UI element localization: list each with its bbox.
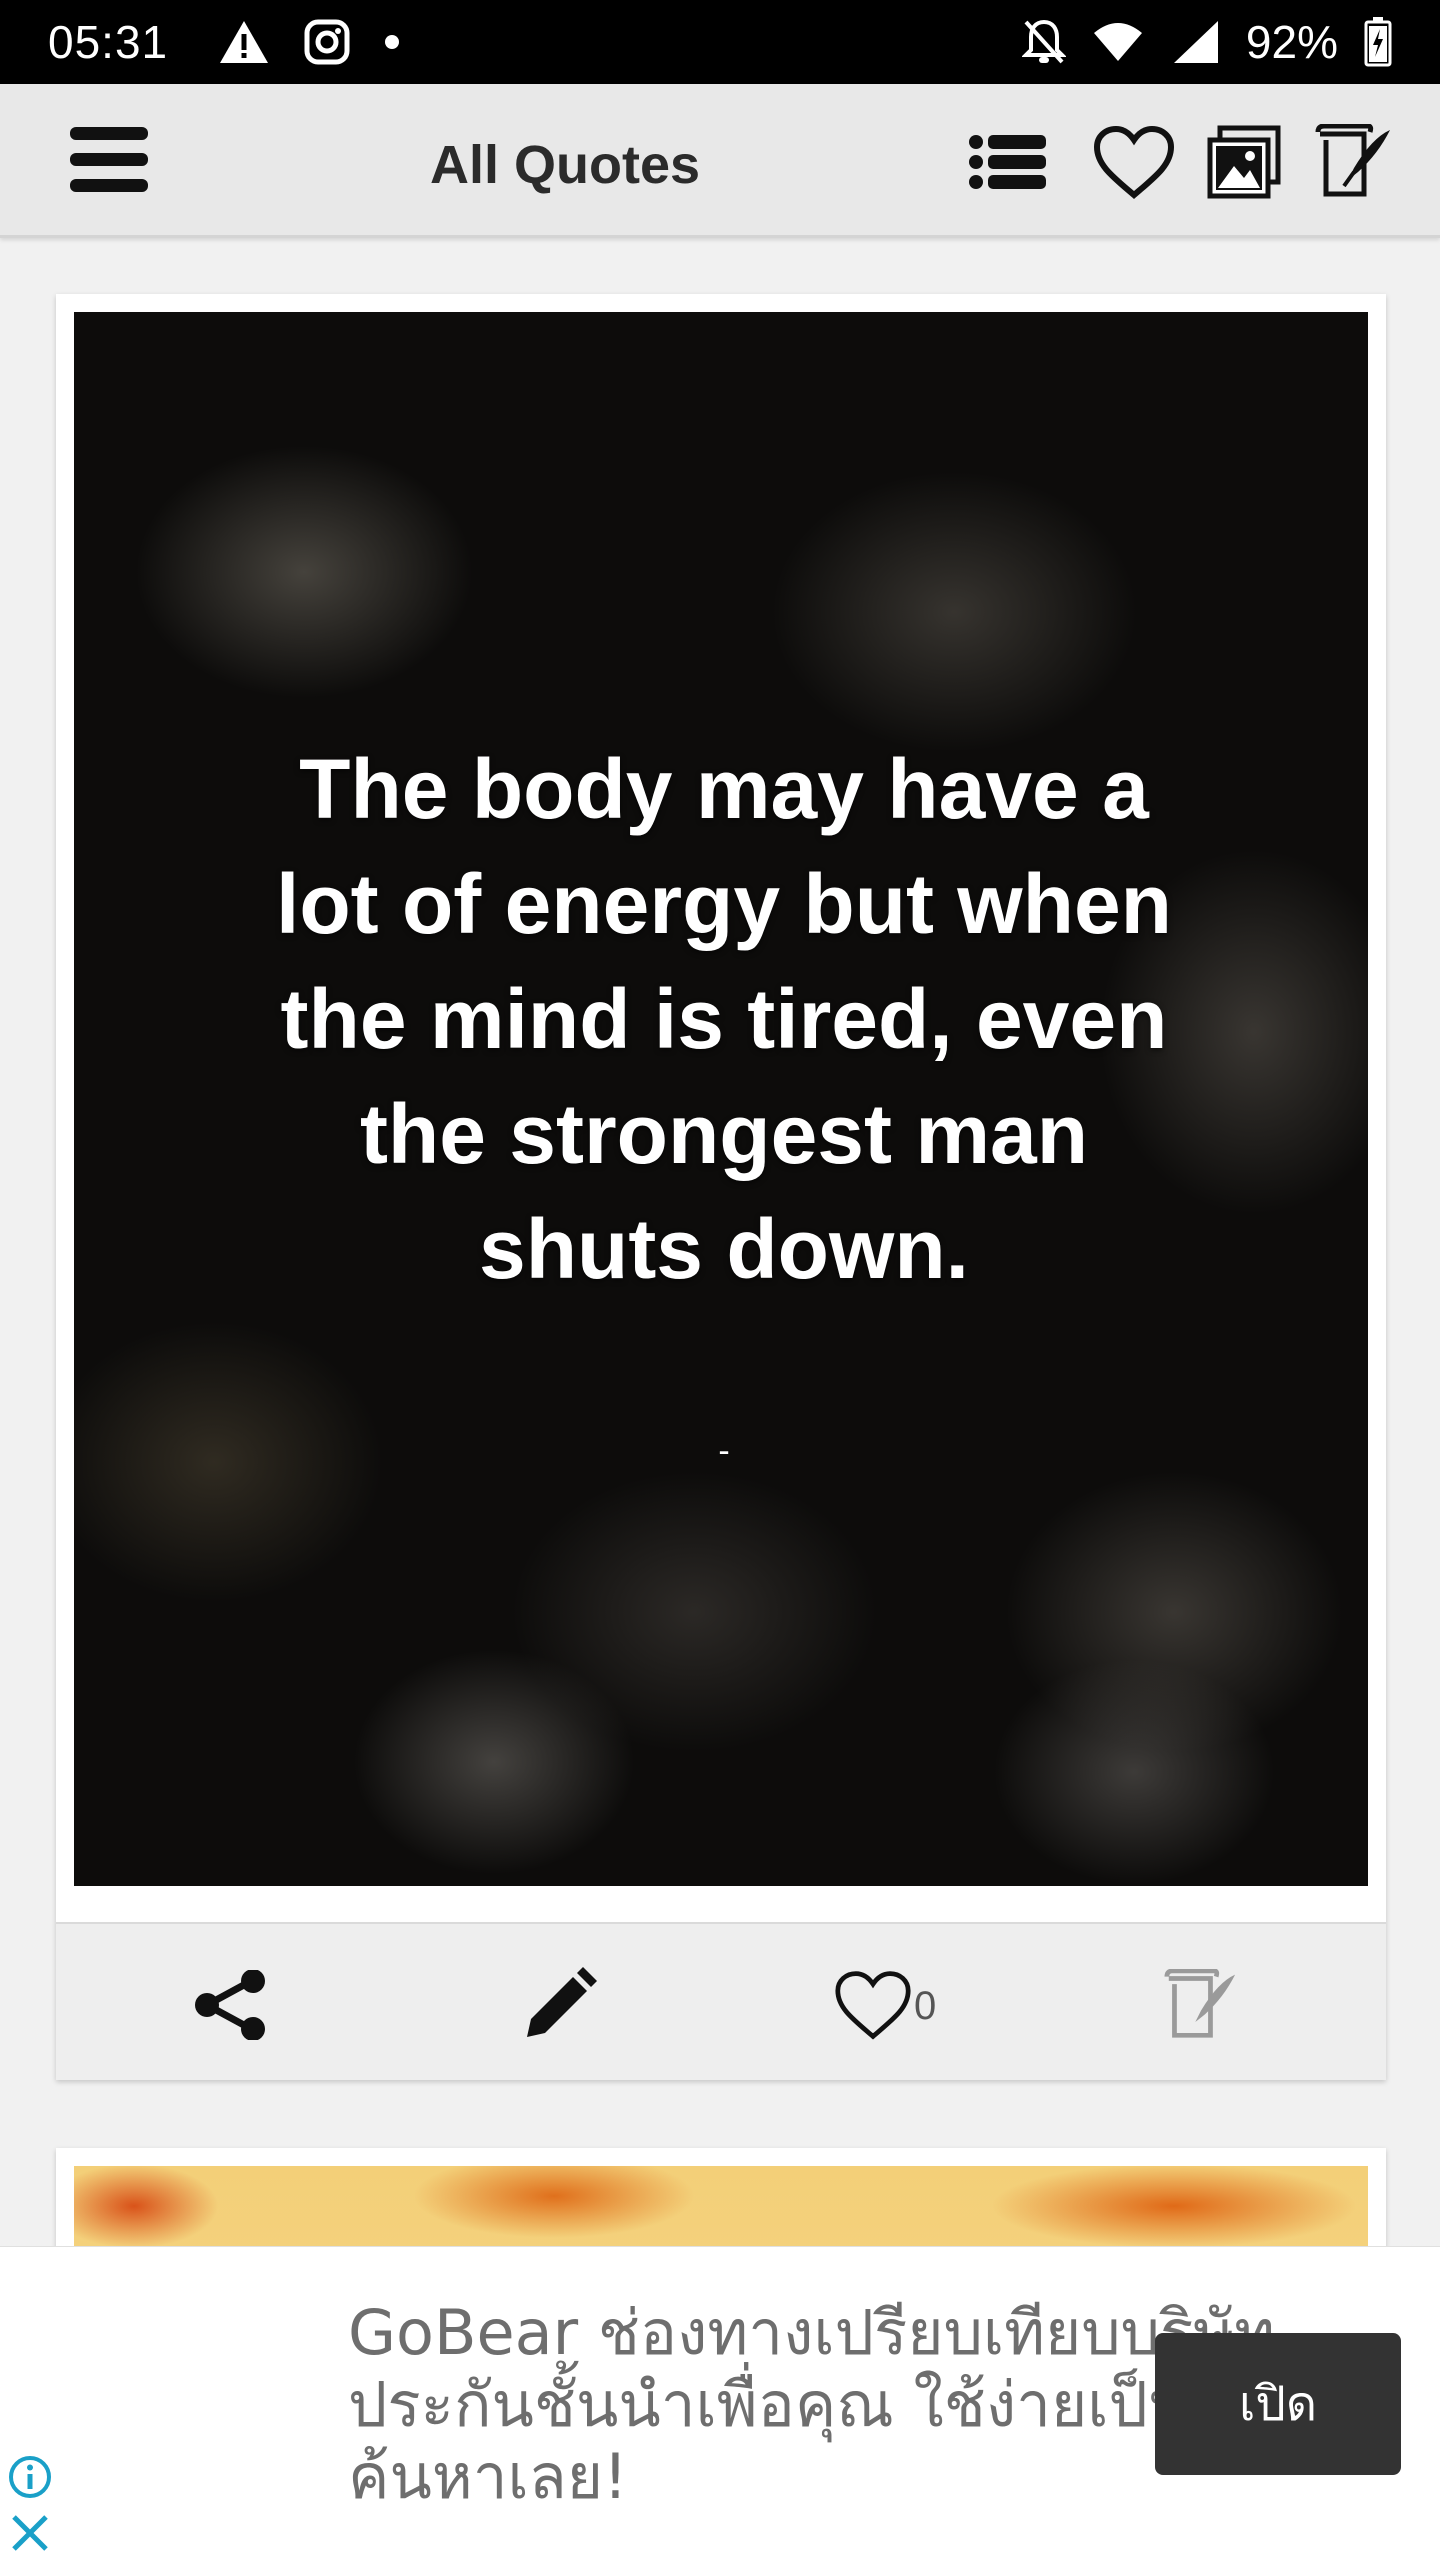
favorites-heart-icon[interactable] [1086,114,1182,210]
battery-percent: 92% [1245,16,1338,68]
signal-icon [1170,19,1220,65]
app-bar: All Quotes [0,84,1440,238]
like-count: 0 [914,1984,937,2028]
instagram-icon [304,19,350,65]
status-notification-icons [218,19,400,65]
status-system-icons: 92% [1021,15,1392,69]
menu-icon[interactable] [70,117,154,201]
battery-icon [1364,17,1392,67]
list-icon[interactable] [960,114,1056,210]
close-icon[interactable] [8,2511,52,2555]
ad-open-button[interactable]: เปิด [1155,2333,1401,2475]
compose-icon[interactable] [1306,114,1402,210]
page-title: All Quotes [430,135,701,195]
quote-author: - [718,1432,730,1470]
quote-text: The body may have a lot of energy but wh… [276,742,1172,1296]
like-heart-icon[interactable] [828,1960,918,2050]
quote-action-bar: 0 [56,1922,1386,2080]
status-time: 05:31 [48,16,169,68]
gallery-icon[interactable] [1196,114,1292,210]
ad-banner[interactable]: GoBear ช่องทางเปรียบเทียบบริษัทประกันชั้… [0,2246,1440,2560]
quote-card: The body may have a lot of energy but wh… [56,294,1386,2080]
share-icon[interactable] [186,1960,276,2050]
edit-icon[interactable] [514,1960,604,2050]
dot-icon [384,34,400,50]
info-icon[interactable] [8,2455,52,2499]
warning-icon [218,19,270,65]
quote-background-image[interactable]: The body may have a lot of energy but wh… [74,312,1368,1886]
mute-icon [1021,18,1066,66]
compose-icon[interactable] [1156,1960,1246,2050]
wifi-icon [1092,21,1144,63]
status-bar: 05:31 92% [0,0,1440,84]
